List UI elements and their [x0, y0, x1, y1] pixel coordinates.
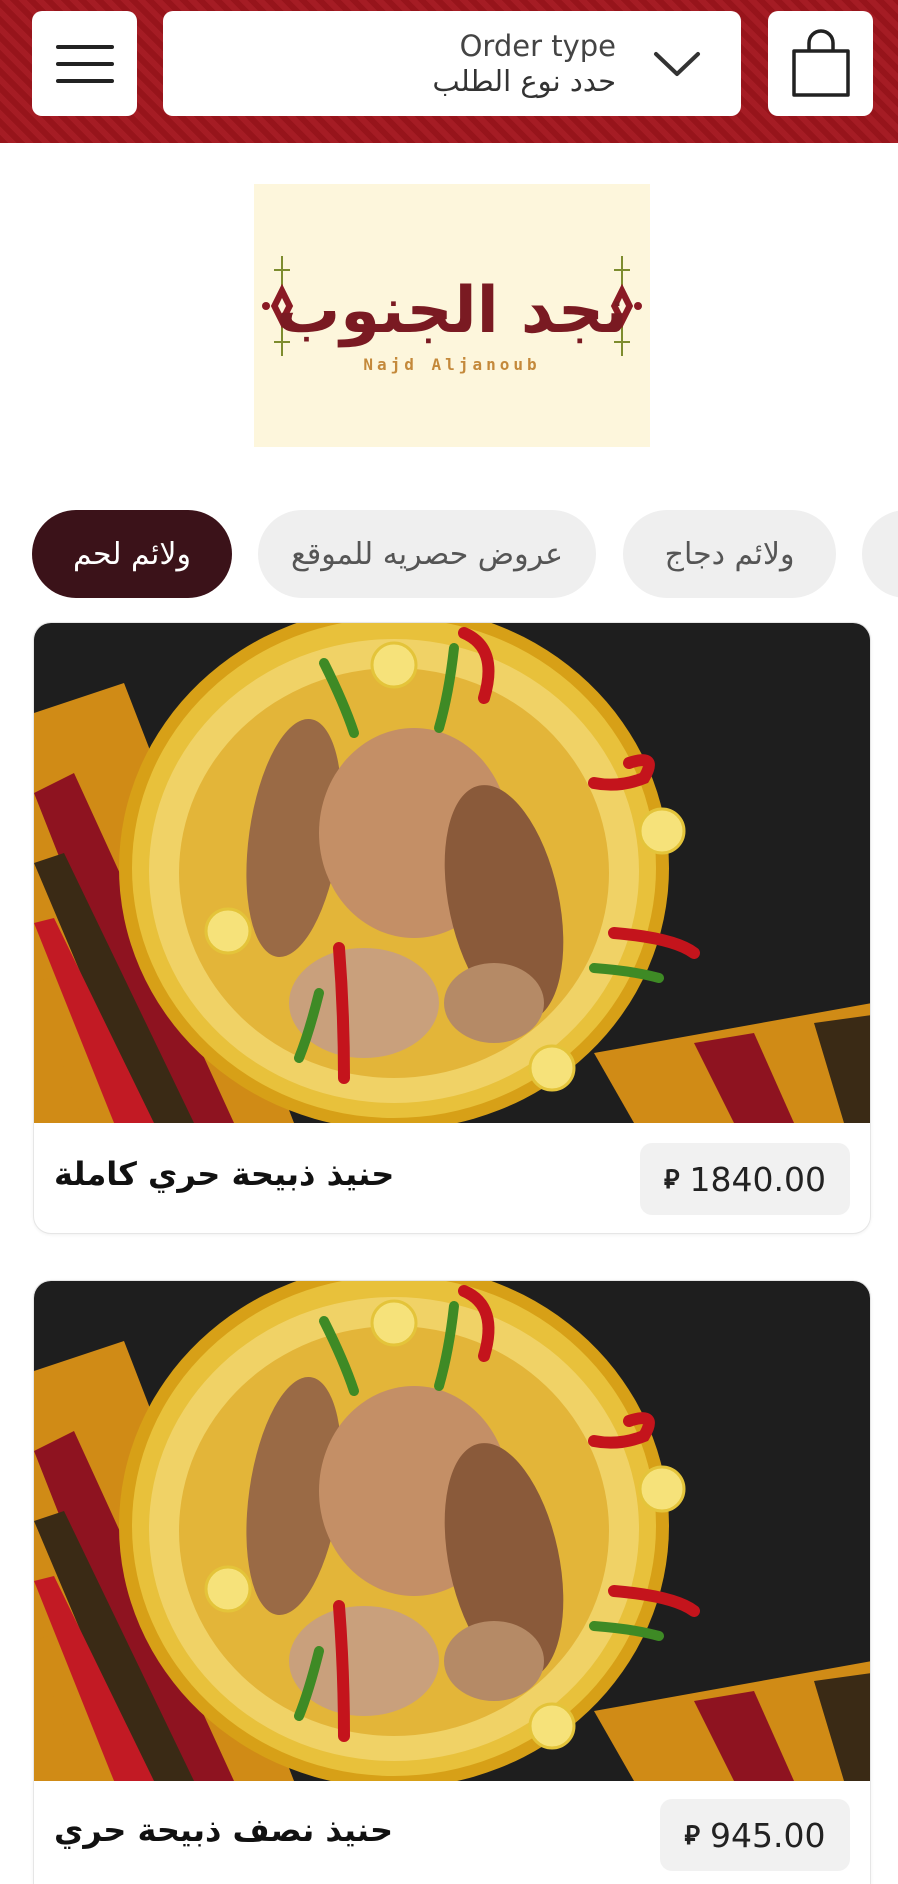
product-image: [34, 623, 870, 1123]
product-card[interactable]: ⃁ 1840.00 حنيذ ذبيحة حري كاملة: [33, 622, 871, 1234]
price-badge: ⃁ 945.00: [660, 1799, 850, 1871]
order-type-label: Order type: [459, 28, 616, 63]
riyal-currency-icon: ⃁: [684, 1820, 700, 1851]
hamburger-menu-icon: [55, 44, 114, 83]
product-name: حنيذ ذبيحة حري كاملة: [54, 1155, 395, 1193]
tab-chicken-feasts[interactable]: ولائم دجاج: [623, 510, 836, 598]
logo-latin-wordmark: Najd Aljanoub: [363, 355, 540, 374]
price-badge: ⃁ 1840.00: [640, 1143, 850, 1215]
shopping-bag-icon: [791, 28, 850, 97]
chevron-down-icon: [654, 51, 700, 76]
tab-meat-feasts[interactable]: ولائم لحم: [32, 510, 232, 598]
tab-exclusive-offers[interactable]: عروض حصريه للموقع: [258, 510, 596, 598]
product-name: حنيذ نصف ذبيحة حري: [54, 1811, 394, 1849]
product-image: [34, 1281, 870, 1781]
product-card[interactable]: ⃁ 945.00 حنيذ نصف ذبيحة حري: [33, 1280, 871, 1884]
riyal-currency-icon: ⃁: [664, 1164, 680, 1195]
cart-button[interactable]: [768, 11, 873, 116]
tab-more[interactable]: [862, 510, 898, 598]
order-type-subtitle: حدد نوع الطلب: [432, 63, 616, 98]
category-tabs: ولائم لحم عروض حصريه للموقع ولائم دجاج: [0, 510, 898, 600]
product-price: 1840.00: [689, 1159, 826, 1199]
order-type-selector[interactable]: Order type حدد نوع الطلب: [163, 11, 741, 116]
menu-button[interactable]: [32, 11, 137, 116]
product-price: 945.00: [709, 1815, 826, 1855]
top-bar: Order type حدد نوع الطلب: [0, 0, 898, 143]
logo-arabic-wordmark: نجد الجنوب: [276, 274, 628, 348]
restaurant-logo: نجد الجنوب Najd Aljanoub: [254, 184, 650, 447]
